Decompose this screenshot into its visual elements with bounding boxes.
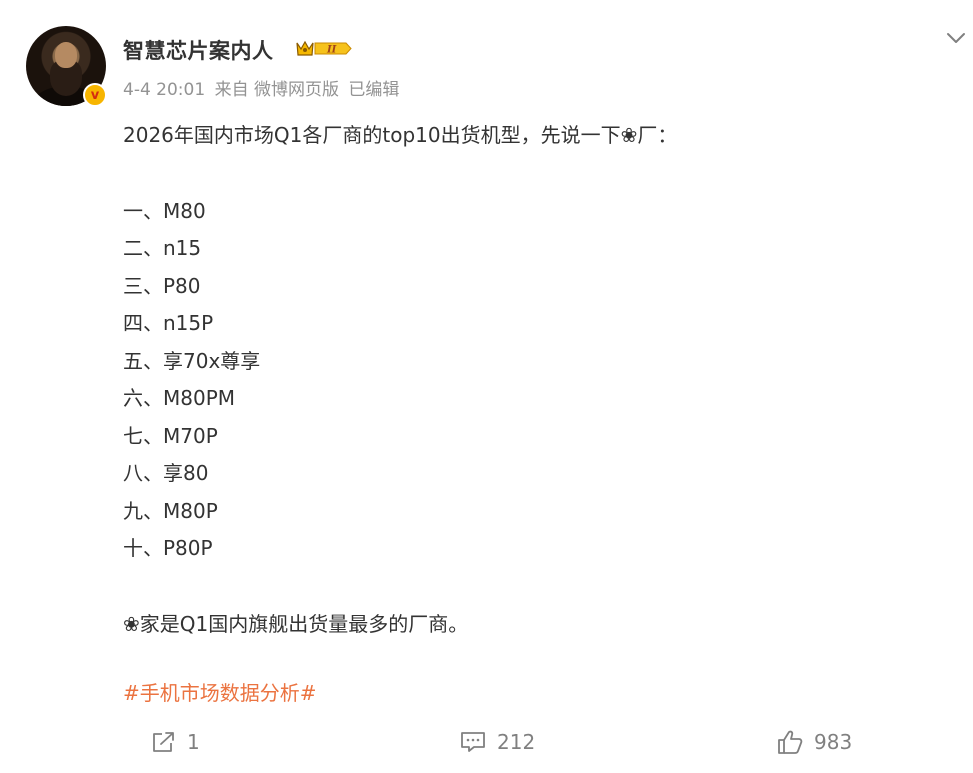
author-name[interactable]: 智慧芯片案内人: [123, 35, 274, 65]
list-item: 一、M80: [123, 198, 206, 223]
list-item: 六、M80PM: [123, 386, 236, 410]
share-count: 1: [187, 730, 200, 754]
list-item: 八、享80: [123, 461, 209, 485]
badge-level-label: II: [326, 45, 337, 56]
post-content: 2026年国内市场Q1各厂商的top10出货机型，先说一下❀厂： 一、M80 二…: [123, 117, 943, 643]
verified-icon: v: [83, 83, 107, 107]
post-source: 来自 微博网页版: [214, 80, 339, 100]
like-count: 983: [814, 730, 853, 754]
list-item: 三、P80: [123, 273, 201, 298]
comment-icon: [461, 732, 485, 752]
thumbs-up-icon: [778, 730, 803, 754]
weibo-post-card: v 智慧芯片案内人 II 4-4 20:01 来自 微博网页版 已编辑 2026…: [0, 0, 973, 773]
comment-count: 212: [497, 730, 536, 754]
comment-button[interactable]: 212: [459, 722, 535, 762]
post-meta: 4-4 20:01 来自 微博网页版 已编辑: [123, 75, 403, 100]
list-item: 五、享70x尊享: [123, 348, 261, 373]
share-button[interactable]: 1: [151, 722, 200, 762]
list-item: 七、M70P: [123, 423, 218, 448]
avatar-face: [55, 42, 77, 68]
member-crown-badge-icon[interactable]: II: [294, 38, 354, 59]
chevron-down-icon[interactable]: [945, 27, 967, 49]
post-intro: 2026年国内市场Q1各厂商的top10出货机型，先说一下❀厂：: [123, 123, 678, 147]
post-conclusion: ❀家是Q1国内旗舰出货量最多的厂商。: [123, 611, 469, 636]
topic-hashtag-link[interactable]: #手机市场数据分析#: [123, 677, 317, 709]
post-edited-label[interactable]: 已编辑: [348, 80, 399, 100]
list-item: 十、P80P: [123, 536, 213, 560]
list-item: 九、M80P: [123, 498, 218, 523]
action-bar: 1 212 983: [0, 722, 973, 762]
post-timestamp[interactable]: 4-4 20:01: [123, 80, 205, 100]
share-icon: [153, 732, 174, 752]
list-item: 四、n15P: [123, 311, 214, 335]
like-button[interactable]: 983: [776, 722, 852, 762]
list-item: 二、n15: [123, 236, 202, 260]
